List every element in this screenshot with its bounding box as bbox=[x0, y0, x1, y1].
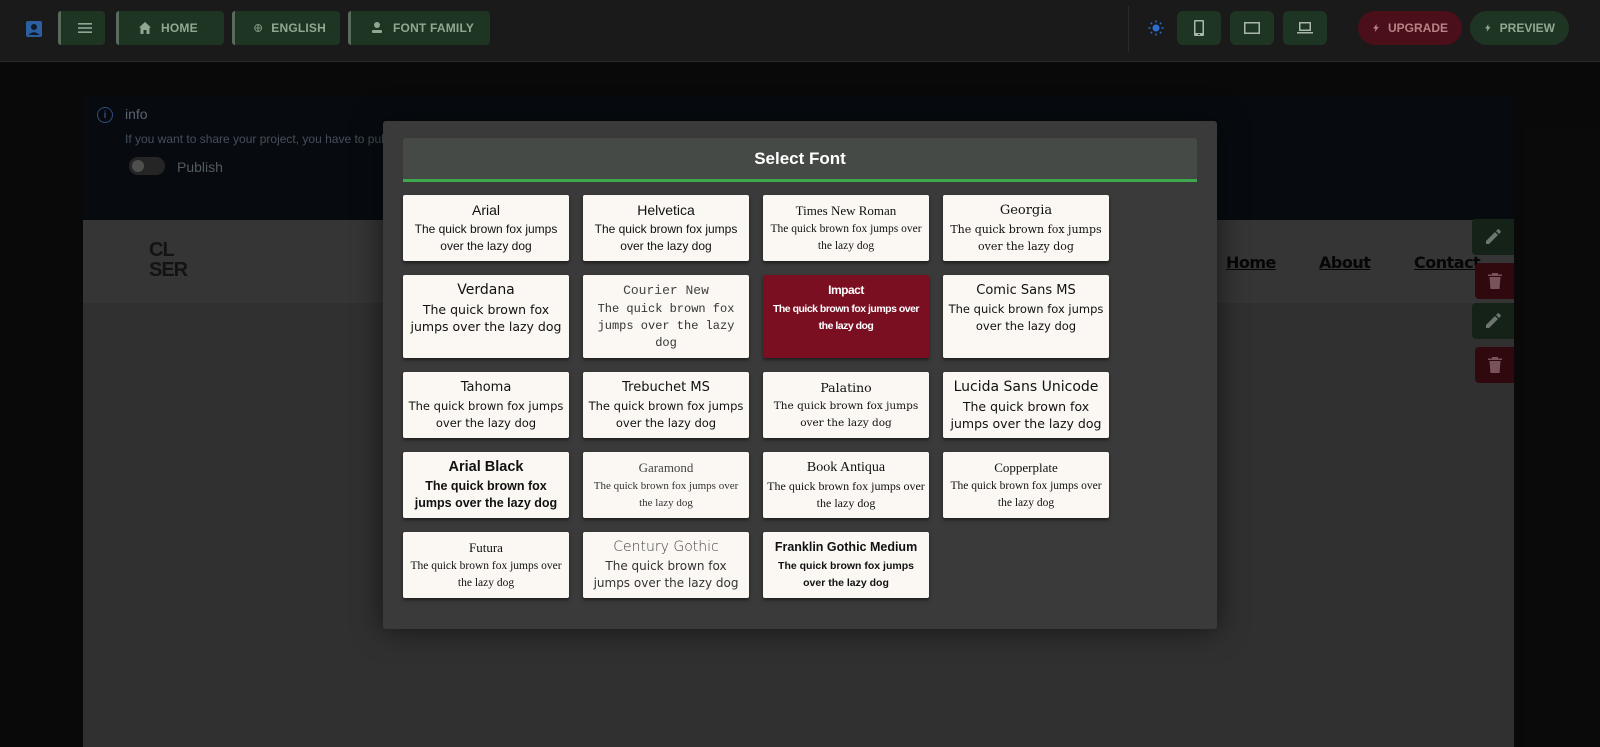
font-name: Impact bbox=[828, 283, 864, 297]
preview-button[interactable]: PREVIEW bbox=[1470, 11, 1569, 45]
font-card-copperplate[interactable]: Copperplate The quick brown fox jumps ov… bbox=[943, 452, 1109, 518]
font-sample: The quick brown fox jumps over the lazy … bbox=[414, 479, 558, 510]
font-name: Georgia bbox=[999, 203, 1053, 218]
font-card-franklin-gothic-medium[interactable]: Franklin Gothic Medium The quick brown f… bbox=[763, 532, 929, 598]
font-name: Copperplate bbox=[994, 460, 1058, 475]
font-name: Arial bbox=[471, 202, 500, 218]
font-card-trebuchet-ms[interactable]: Trebuchet MS The quick brown fox jumps o… bbox=[583, 372, 749, 438]
hamburger-icon bbox=[78, 23, 92, 33]
font-sample: The quick brown fox jumps over the lazy … bbox=[414, 222, 558, 253]
upgrade-label: UPGRADE bbox=[1387, 21, 1448, 35]
user-profile-icon[interactable] bbox=[25, 20, 43, 38]
home-label: HOME bbox=[161, 21, 198, 35]
font-name: Verdana bbox=[457, 282, 515, 298]
home-button[interactable]: HOME bbox=[116, 11, 224, 45]
lightning-icon bbox=[1485, 24, 1491, 32]
font-name: Lucida Sans Unicode bbox=[953, 379, 1099, 395]
font-card-garamond[interactable]: Garamond The quick brown fox jumps over … bbox=[583, 452, 749, 518]
top-toolbar: HOME ENGLISH FONT FAMILY UPGRADE PREVIEW bbox=[0, 0, 1600, 62]
font-sample: The quick brown fox jumps over the lazy … bbox=[594, 222, 738, 253]
home-icon bbox=[139, 22, 151, 34]
font-sample: The quick brown fox jumps over the lazy … bbox=[948, 302, 1104, 333]
font-sample: The quick brown fox jumps over the lazy … bbox=[597, 302, 735, 350]
font-card-verdana[interactable]: Verdana The quick brown fox jumps over t… bbox=[403, 275, 569, 358]
tablet-icon bbox=[1244, 22, 1260, 34]
font-name: Comic Sans MS bbox=[976, 283, 1076, 298]
modal-title: Select Font bbox=[754, 148, 846, 168]
modal-header: Select Font bbox=[403, 138, 1197, 182]
font-name: Trebuchet MS bbox=[622, 380, 710, 395]
mobile-icon bbox=[1194, 20, 1204, 36]
mobile-view-button[interactable] bbox=[1177, 11, 1221, 45]
font-sample: The quick brown fox jumps over the lazy … bbox=[950, 399, 1102, 431]
upgrade-button[interactable]: UPGRADE bbox=[1358, 11, 1462, 45]
font-name: Arial Black bbox=[448, 459, 524, 475]
font-name: Courier New bbox=[623, 283, 709, 298]
language-label: ENGLISH bbox=[271, 21, 326, 35]
tablet-view-button[interactable] bbox=[1230, 11, 1274, 45]
language-button[interactable]: ENGLISH bbox=[232, 11, 340, 45]
font-sample: The quick brown fox jumps over the lazy … bbox=[773, 400, 919, 429]
font-card-georgia[interactable]: Georgia The quick brown fox jumps over t… bbox=[943, 195, 1109, 261]
font-name: Garamond bbox=[638, 460, 694, 475]
font-card-comic-sans-ms[interactable]: Comic Sans MS The quick brown fox jumps … bbox=[943, 275, 1109, 358]
font-card-helvetica[interactable]: Helvetica The quick brown fox jumps over… bbox=[583, 195, 749, 261]
desktop-view-button[interactable] bbox=[1283, 11, 1327, 45]
font-card-lucida-sans-unicode[interactable]: Lucida Sans Unicode The quick brown fox … bbox=[943, 372, 1109, 438]
font-icon bbox=[372, 22, 382, 33]
font-card-century-gothic[interactable]: Century Gothic The quick brown fox jumps… bbox=[583, 532, 749, 598]
font-card-futura[interactable]: Futura The quick brown fox jumps over th… bbox=[403, 532, 569, 598]
font-sample: The quick brown fox jumps over the lazy … bbox=[770, 223, 922, 252]
font-family-button[interactable]: FONT FAMILY bbox=[348, 11, 490, 45]
font-card-arial[interactable]: Arial The quick brown fox jumps over the… bbox=[403, 195, 569, 261]
font-sample: The quick brown fox jumps over the lazy … bbox=[772, 303, 920, 332]
font-sample: The quick brown fox jumps over the lazy … bbox=[410, 560, 562, 589]
font-card-palatino[interactable]: Palatino The quick brown fox jumps over … bbox=[763, 372, 929, 438]
font-name: Century Gothic bbox=[613, 539, 719, 555]
select-font-modal: Select Font Arial The quick brown fox ju… bbox=[383, 121, 1217, 629]
font-card-impact[interactable]: Impact The quick brown fox jumps over th… bbox=[763, 275, 929, 358]
font-card-courier-new[interactable]: Courier New The quick brown fox jumps ov… bbox=[583, 275, 749, 358]
globe-icon bbox=[254, 24, 262, 32]
font-name: Book Antiqua bbox=[806, 460, 886, 475]
font-sample: The quick brown fox jumps over the lazy … bbox=[593, 559, 739, 590]
font-name: Palatino bbox=[820, 380, 872, 395]
font-sample: The quick brown fox jumps over the lazy … bbox=[778, 560, 914, 589]
font-name: Times New Roman bbox=[795, 203, 897, 218]
font-sample: The quick brown fox jumps over the lazy … bbox=[593, 480, 739, 509]
font-card-times-new-roman[interactable]: Times New Roman The quick brown fox jump… bbox=[763, 195, 929, 261]
font-name: Franklin Gothic Medium bbox=[774, 540, 918, 554]
font-sample: The quick brown fox jumps over the lazy … bbox=[408, 399, 564, 430]
font-name: Helvetica bbox=[637, 202, 695, 218]
font-name: Tahoma bbox=[460, 380, 512, 395]
toolbar-divider bbox=[1128, 6, 1129, 52]
font-family-label: FONT FAMILY bbox=[393, 21, 475, 35]
menu-button[interactable] bbox=[58, 11, 105, 45]
font-card-book-antiqua[interactable]: Book Antiqua The quick brown fox jumps o… bbox=[763, 452, 929, 518]
laptop-icon bbox=[1297, 22, 1313, 34]
font-sample: The quick brown fox jumps over the lazy … bbox=[950, 480, 1102, 509]
font-sample: The quick brown fox jumps over the lazy … bbox=[410, 302, 562, 334]
theme-toggle-sun-icon[interactable] bbox=[1148, 20, 1164, 36]
font-card-arial-black[interactable]: Arial Black The quick brown fox jumps ov… bbox=[403, 452, 569, 518]
font-sample: The quick brown fox jumps over the lazy … bbox=[950, 223, 1102, 253]
font-sample: The quick brown fox jumps over the lazy … bbox=[588, 399, 744, 430]
font-sample: The quick brown fox jumps over the lazy … bbox=[767, 479, 925, 510]
font-name: Futura bbox=[469, 540, 503, 555]
lightning-icon bbox=[1373, 24, 1379, 32]
font-card-tahoma[interactable]: Tahoma The quick brown fox jumps over th… bbox=[403, 372, 569, 438]
preview-label: PREVIEW bbox=[1499, 21, 1555, 35]
